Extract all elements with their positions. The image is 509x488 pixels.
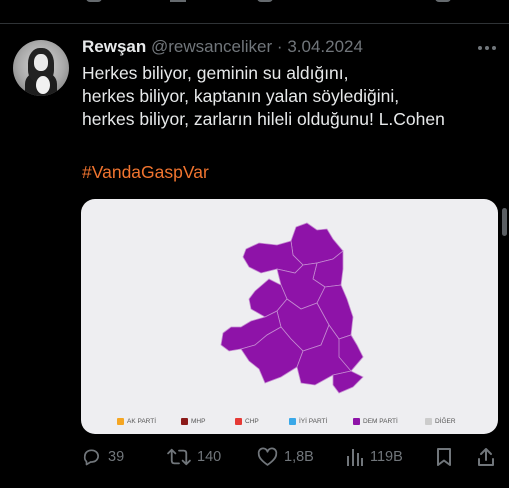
legend-item-dem-parti: DEM PARTİ bbox=[353, 415, 398, 427]
legend-swatch bbox=[117, 417, 124, 425]
map-region-coast bbox=[332, 370, 364, 394]
tweet-text-line: herkes biliyor, kaptanın yalan söylediği… bbox=[82, 86, 400, 106]
repost-icon[interactable] bbox=[170, 0, 186, 2]
previous-tweet-action-bar bbox=[0, 0, 509, 8]
bookmark-icon bbox=[437, 448, 451, 466]
repost-icon bbox=[167, 448, 191, 466]
tweet-header: Rewşan @rewsanceliker · 3.04.2024 bbox=[82, 37, 363, 57]
tweet-date[interactable]: 3.04.2024 bbox=[287, 37, 363, 56]
hashtag-link[interactable]: #VandaGaspVar bbox=[82, 162, 209, 183]
reply-icon bbox=[83, 449, 99, 466]
more-options-icon[interactable] bbox=[478, 46, 496, 50]
views-icon[interactable] bbox=[346, 0, 362, 2]
tweet-text: Herkes biliyor, geminin su aldığını, her… bbox=[82, 62, 445, 131]
legend-label: MHP bbox=[191, 417, 206, 425]
legend-item-iyi-parti: İYİ PARTİ bbox=[289, 415, 327, 427]
views-button[interactable]: 119B bbox=[346, 446, 403, 468]
map-legend: AK PARTİ MHP CHP İYİ PARTİ DEM PARTİ DİĞ… bbox=[117, 415, 497, 429]
bookmark-button[interactable] bbox=[436, 446, 452, 468]
repost-button[interactable]: 140 bbox=[167, 446, 221, 468]
legend-label: CHP bbox=[245, 417, 259, 425]
views-count: 119B bbox=[370, 449, 403, 465]
legend-item-ak-parti: AK PARTİ bbox=[117, 415, 156, 427]
legend-swatch bbox=[181, 417, 188, 425]
tweet-text-line: herkes biliyor, zarların hileli olduğunu… bbox=[82, 109, 445, 129]
tweet-text-line: Herkes biliyor, geminin su aldığını, bbox=[82, 63, 349, 83]
legend-label: DİĞER bbox=[435, 417, 456, 425]
legend-item-chp: CHP bbox=[235, 415, 259, 427]
media-scrollbar[interactable] bbox=[502, 208, 507, 236]
avatar[interactable] bbox=[13, 40, 69, 96]
header-separator: · bbox=[276, 37, 283, 56]
reply-count: 39 bbox=[108, 449, 125, 465]
author-handle[interactable]: @rewsanceliker bbox=[151, 37, 272, 56]
bookmark-icon[interactable] bbox=[435, 0, 451, 2]
reply-button[interactable]: 39 bbox=[81, 446, 124, 468]
tweet-divider bbox=[0, 23, 509, 24]
like-count: 1,8B bbox=[284, 449, 314, 465]
legend-label: İYİ PARTİ bbox=[299, 417, 328, 425]
legend-item-mhp: MHP bbox=[181, 415, 205, 427]
district-map bbox=[220, 222, 364, 394]
legend-item-diger: DİĞER bbox=[425, 415, 456, 427]
tweet-action-bar: 39 140 1,8B 119B bbox=[0, 446, 509, 468]
author-name[interactable]: Rewşan bbox=[82, 37, 146, 56]
reply-icon[interactable] bbox=[86, 0, 102, 2]
legend-swatch bbox=[353, 417, 360, 425]
share-icon bbox=[478, 448, 494, 466]
legend-swatch bbox=[289, 417, 296, 425]
legend-label: DEM PARTİ bbox=[363, 417, 398, 425]
legend-swatch bbox=[425, 417, 432, 425]
map-regions bbox=[220, 222, 364, 394]
share-button[interactable] bbox=[477, 446, 495, 468]
views-icon bbox=[347, 449, 363, 466]
heart-icon bbox=[257, 447, 278, 466]
heart-icon[interactable] bbox=[257, 0, 273, 2]
like-button[interactable]: 1,8B bbox=[257, 446, 314, 468]
legend-label: AK PARTİ bbox=[127, 417, 157, 425]
tweet-media-map[interactable]: AK PARTİ MHP CHP İYİ PARTİ DEM PARTİ DİĞ… bbox=[81, 199, 498, 434]
repost-count: 140 bbox=[197, 449, 222, 465]
legend-swatch bbox=[235, 417, 242, 425]
